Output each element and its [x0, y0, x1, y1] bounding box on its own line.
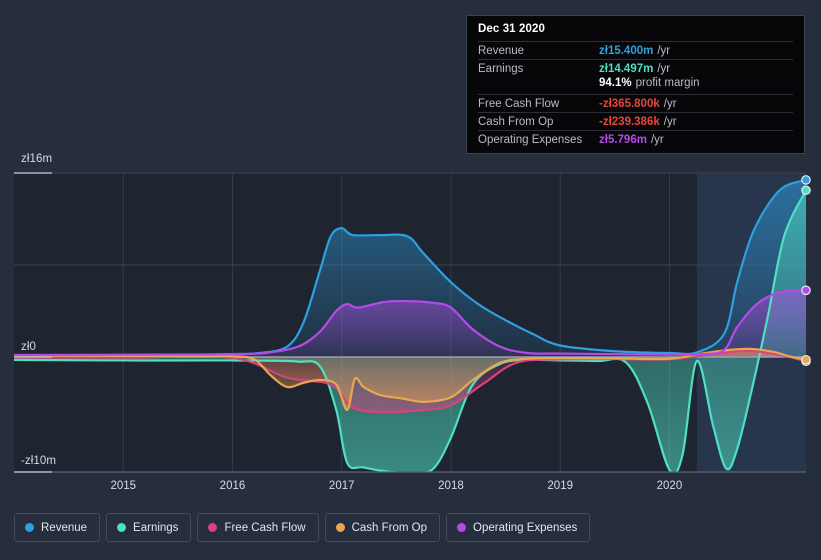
- legend-item-label: Cash From Op: [351, 521, 428, 534]
- legend-color-dot-icon: [208, 523, 218, 532]
- tooltip-row: Operating Expenses zł5.796m/yr: [478, 130, 793, 148]
- x-axis-tick-2020: 2020: [656, 480, 683, 492]
- legend-item-label: Free Cash Flow: [224, 521, 306, 534]
- tooltip-row-value: zł5.796m: [599, 133, 647, 146]
- tooltip-row-value: 94.1%: [599, 77, 632, 89]
- tooltip-row-value: -zł365.800k: [599, 97, 660, 110]
- tooltip-row-label: Free Cash Flow: [478, 97, 560, 110]
- tooltip-row-unit: /yr: [657, 44, 671, 57]
- tooltip-row-label: Earnings: [478, 62, 524, 75]
- legend-color-dot-icon: [457, 523, 467, 532]
- chart-tooltip: Dec 31 2020 Revenue zł15.400m/yr Earnings z…: [466, 15, 805, 154]
- tooltip-row: Revenue zł15.400m/yr: [478, 41, 793, 59]
- legend-item-label: Revenue: [41, 521, 88, 534]
- endpoint-dot-revenue[interactable]: [801, 175, 811, 185]
- tooltip-row-unit: /yr: [650, 133, 664, 146]
- x-axis-tick-2019: 2019: [547, 480, 573, 492]
- legend-item-operating-expenses[interactable]: Operating Expenses: [446, 513, 591, 542]
- x-axis-tick-2018: 2018: [438, 480, 464, 492]
- y-axis-label-bottom: -zł10m: [21, 455, 57, 467]
- endpoint-dot-operating-expenses[interactable]: [801, 285, 811, 296]
- tooltip-row-value: -zł239.386k: [599, 115, 660, 128]
- tooltip-row: 94.1% profit margin: [478, 77, 793, 94]
- tooltip-row-value: zł14.497m: [599, 62, 654, 75]
- chart-legend[interactable]: Revenue Earnings Free Cash Flow Cash From O…: [14, 513, 591, 542]
- tooltip-row-unit: /yr: [663, 115, 677, 128]
- tooltip-row-unit: /yr: [663, 97, 677, 110]
- tooltip-row-label: Operating Expenses: [478, 133, 583, 146]
- legend-color-dot-icon: [117, 523, 127, 532]
- tooltip-row: Free Cash Flow -zł365.800k/yr: [478, 94, 793, 112]
- x-axis-tick-2015: 2015: [110, 480, 137, 492]
- legend-item-earnings[interactable]: Earnings: [106, 513, 192, 542]
- tooltip-rows: Revenue zł15.400m/yr Earnings zł14.497m/yr 9…: [478, 41, 793, 148]
- tooltip-row-label: Cash From Op: [478, 115, 554, 128]
- endpoint-dot-earnings[interactable]: [801, 185, 811, 196]
- tooltip-row-unit: /yr: [657, 62, 671, 75]
- y-axis-label-top: zł16m: [21, 153, 53, 165]
- legend-item-revenue[interactable]: Revenue: [14, 513, 101, 542]
- tooltip-row-label: Revenue: [478, 44, 525, 57]
- y-axis-label-zero: zł0: [21, 341, 37, 353]
- endpoint-dot-cash-from-op[interactable]: [801, 354, 811, 365]
- tooltip-row: Earnings zł14.497m/yr: [478, 59, 793, 77]
- financial-chart-widget: zł16m zł0 -zł10m 2015 2016 2017 2018 2019 202…: [0, 0, 821, 560]
- x-axis-tick-2017: 2017: [328, 480, 355, 492]
- x-axis-tick-2016: 2016: [219, 480, 246, 492]
- tooltip-row-value: zł15.400m: [599, 44, 654, 57]
- legend-item-free-cash-flow[interactable]: Free Cash Flow: [197, 513, 319, 542]
- legend-item-label: Operating Expenses: [473, 521, 578, 534]
- tooltip-row-unit: profit margin: [635, 77, 700, 89]
- legend-item-label: Earnings: [133, 521, 179, 534]
- tooltip-row: Cash From Op -zł239.386k/yr: [478, 112, 793, 130]
- legend-item-cash-from-op[interactable]: Cash From Op: [324, 513, 441, 542]
- legend-color-dot-icon: [25, 523, 34, 532]
- legend-color-dot-icon: [335, 523, 345, 532]
- tooltip-date: Dec 31 2020: [478, 23, 545, 35]
